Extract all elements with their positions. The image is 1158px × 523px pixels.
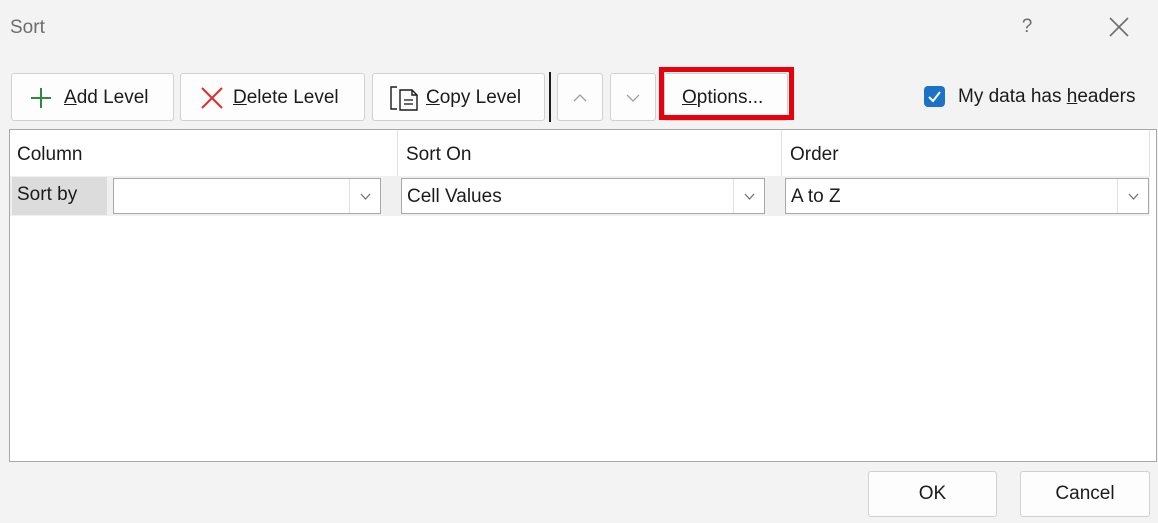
column-divider (781, 130, 782, 176)
add-level-button[interactable]: Add Level (11, 73, 174, 121)
column-divider (1149, 130, 1150, 176)
x-icon (201, 87, 223, 109)
add-level-label: Add Level (64, 87, 149, 108)
dialog-title: Sort (10, 17, 45, 38)
headers-checkbox-label[interactable]: My data has headers (958, 86, 1135, 108)
toolbar-separator (549, 72, 551, 122)
dropdown-arrow[interactable] (733, 179, 764, 213)
chevron-down-icon (1128, 193, 1139, 200)
sort-on-dropdown[interactable]: Cell Values (401, 178, 765, 214)
column-header-column: Column (17, 144, 83, 165)
checkmark-icon (928, 91, 941, 103)
copy-level-label: Copy Level (426, 87, 522, 108)
cancel-button[interactable]: Cancel (1020, 471, 1150, 517)
close-icon (1109, 17, 1129, 37)
sort-levels-grid: Column Sort On Order Sort by Cell Values… (9, 129, 1157, 462)
sort-by-column-dropdown[interactable] (113, 178, 381, 214)
headers-checkbox[interactable] (924, 86, 945, 107)
sort-on-value: Cell Values (407, 186, 502, 207)
plus-icon (31, 88, 51, 108)
delete-level-label: Delete Level (233, 87, 339, 108)
copy-icon (390, 86, 418, 111)
sort-dialog: Sort ? Add Level Delete Level Copy Level (0, 0, 1158, 523)
close-button[interactable] (1108, 16, 1130, 38)
delete-level-button[interactable]: Delete Level (180, 73, 365, 121)
column-divider (397, 130, 398, 176)
order-value: A to Z (791, 186, 841, 207)
copy-level-button[interactable]: Copy Level (372, 73, 545, 121)
chevron-down-icon (744, 193, 755, 200)
dropdown-arrow[interactable] (1117, 179, 1148, 213)
dropdown-arrow[interactable] (349, 179, 380, 213)
column-header-order: Order (790, 144, 839, 165)
column-header-sort-on: Sort On (406, 144, 472, 165)
move-down-button[interactable] (610, 73, 656, 121)
sort-by-label: Sort by (12, 177, 107, 215)
chevron-down-icon (360, 193, 371, 200)
chevron-down-icon (626, 94, 640, 102)
order-dropdown[interactable]: A to Z (785, 178, 1149, 214)
options-highlight-box (659, 67, 794, 120)
chevron-up-icon (573, 94, 587, 102)
ok-button[interactable]: OK (868, 471, 997, 517)
help-button[interactable]: ? (1016, 14, 1038, 40)
move-up-button[interactable] (557, 73, 603, 121)
